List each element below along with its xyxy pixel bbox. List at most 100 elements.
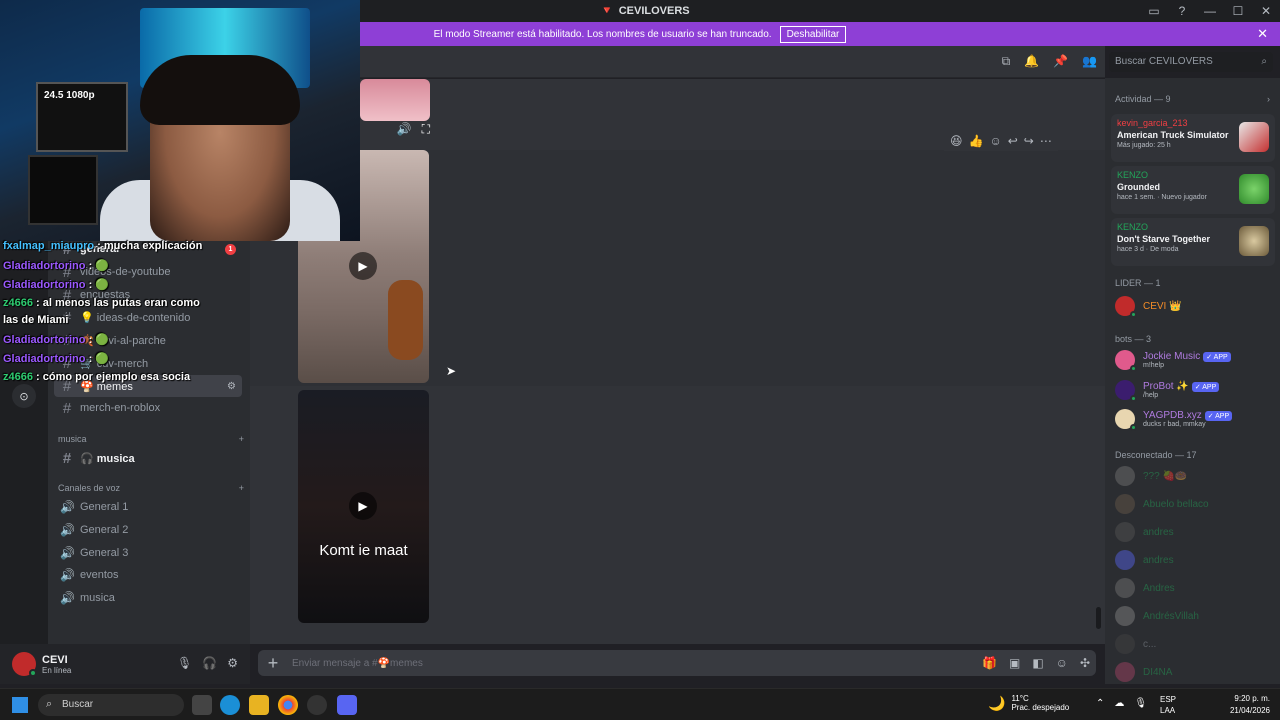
category-musica[interactable]: musica + [58, 434, 244, 444]
member-item[interactable]: DI4NA [1115, 662, 1172, 682]
weather-widget[interactable]: 🌙 11°C Prac. despejado [988, 694, 1069, 712]
task-view-icon[interactable] [192, 695, 212, 715]
sticker-icon[interactable]: ◧ [1032, 656, 1043, 670]
channel-musica[interactable]: # 🎧 musica [54, 447, 242, 469]
apps-icon[interactable]: ✣ [1080, 656, 1090, 670]
speaker-icon: 🔊 [60, 591, 75, 605]
online-status-dot [1130, 424, 1137, 431]
obs-icon[interactable] [307, 695, 327, 715]
user-info[interactable]: CEVI En línea [42, 654, 71, 675]
user-status: En línea [42, 665, 72, 675]
gift-icon[interactable]: 🎁 [982, 656, 997, 670]
activity-card[interactable]: KENZO Don't Starve Together hace 3 d · D… [1111, 218, 1275, 266]
bell-icon[interactable]: 🔔 [1024, 54, 1039, 69]
server-icon-discover[interactable]: ⊙ [12, 384, 36, 408]
headphones-icon[interactable]: 🎧 [202, 656, 217, 670]
message-composer[interactable]: + Enviar mensaje a #🍄memes 🎁 ▣ ◧ ☺ ✣ [258, 650, 1096, 676]
forward-icon[interactable]: ↪ [1024, 134, 1034, 148]
channel-settings-icon[interactable]: ⚙ [227, 381, 236, 392]
member-item[interactable]: Jockie Music ✓ APP m!help [1115, 350, 1231, 372]
taskbar-search[interactable]: ⌕ Buscar [38, 694, 184, 716]
member-item[interactable]: c... [1115, 634, 1156, 654]
discord-taskbar-icon[interactable] [337, 695, 357, 715]
channel-merch-en-roblox[interactable]: # merch-en-roblox [54, 397, 242, 419]
member-item[interactable]: Andres [1115, 578, 1175, 598]
message-toolbar: 😆 👍 ☺ ↩ ↪ ⋯ [944, 131, 1058, 151]
member-item[interactable]: andres [1115, 550, 1174, 570]
member-item[interactable]: Abuelo bellaco [1115, 494, 1209, 514]
activity-card[interactable]: KENZO Grounded hace 1 sem. · Nuevo jugad… [1111, 166, 1275, 214]
reaction-icon[interactable]: 😆 [950, 134, 963, 148]
pin-icon[interactable]: 📌 [1053, 54, 1068, 69]
activity-card[interactable]: kevin_garcia_213 American Truck Simulato… [1111, 114, 1275, 162]
gear-icon[interactable]: ⚙ [227, 656, 238, 670]
chevron-up-icon[interactable]: ⌃ [1096, 698, 1104, 709]
member-name: andres [1143, 526, 1174, 538]
member-name: AndrésVillah [1143, 610, 1199, 622]
member-item[interactable]: YAGPDB.xyz ✓ APP ducks r bad, mmkay [1115, 409, 1233, 431]
member-item[interactable]: ProBot ✨ ✓ APP/help [1115, 380, 1220, 402]
voice-channel-eventos[interactable]: 🔊 eventos [54, 564, 242, 586]
video-attachment-2[interactable]: ▶ Komt ie maat [298, 390, 429, 623]
speaker-icon: 🔊 [60, 546, 75, 560]
offline-header: Desconectado — 17 [1115, 450, 1197, 460]
avatar[interactable] [12, 652, 37, 677]
mic-tray-icon[interactable]: 🎙 [1134, 698, 1147, 709]
thumbs-up-icon[interactable]: 👍 [969, 134, 984, 148]
add-channel-icon[interactable]: + [239, 483, 244, 493]
voice-channel-general-3[interactable]: 🔊 General 3 [54, 542, 242, 564]
member-item[interactable]: andres [1115, 522, 1174, 542]
system-tray: ⌃ ☁ 🎙 [1096, 698, 1147, 709]
gif-icon[interactable]: ▣ [1009, 656, 1020, 670]
network-icon[interactable]: ☁ [1114, 698, 1124, 709]
hair-shape [140, 55, 300, 125]
reply-icon[interactable]: ↩ [1008, 134, 1018, 148]
volume-icon[interactable]: 🔊 [397, 122, 412, 140]
clock[interactable]: 9:20 p. m. 21/04/2026 [1230, 693, 1270, 717]
category-voice[interactable]: Canales de voz + [58, 483, 244, 493]
file-explorer-icon[interactable] [249, 695, 269, 715]
help-icon[interactable]: ? [1168, 0, 1196, 22]
play-icon[interactable]: ▶ [349, 492, 377, 520]
microphone-icon[interactable]: 🎙 [177, 656, 192, 670]
add-reaction-icon[interactable]: ☺ [989, 134, 1001, 148]
add-attachment-icon[interactable]: + [258, 653, 288, 674]
minimize-button[interactable]: — [1196, 0, 1224, 22]
online-status-dot [1130, 395, 1137, 402]
maximize-button[interactable]: ☐ [1224, 0, 1252, 22]
add-channel-icon[interactable]: + [239, 434, 244, 444]
emoji-icon[interactable]: ☺ [1056, 656, 1068, 670]
inbox-icon[interactable]: ▭ [1140, 0, 1168, 22]
avatar [1115, 578, 1135, 598]
header-icons: ⧉ 🔔 📌 👥 [1002, 54, 1097, 69]
windows-start-icon[interactable] [12, 697, 28, 713]
banner-text: El modo Streamer está habilitado. Los no… [433, 28, 772, 40]
image-attachment-top[interactable] [360, 79, 430, 121]
more-icon[interactable]: ⋯ [1040, 134, 1052, 148]
edge-icon[interactable] [220, 695, 240, 715]
close-icon[interactable]: ✕ [1257, 26, 1268, 42]
language-indicator[interactable]: ESP LAA [1160, 694, 1176, 716]
threads-icon[interactable]: ⧉ [1002, 54, 1011, 69]
member-item[interactable]: CEVI 👑 [1115, 296, 1182, 318]
scrollbar[interactable] [1096, 607, 1101, 629]
disable-streamer-button[interactable]: Deshabilitar [779, 25, 847, 43]
member-item[interactable]: ??? 🍓🍩 [1115, 466, 1187, 486]
close-window-button[interactable]: ✕ [1252, 0, 1280, 22]
voice-channel-musica[interactable]: 🔊 musica [54, 587, 242, 609]
chrome-icon[interactable] [278, 695, 298, 715]
channel-ideas-de-contenido[interactable]: # 💡 ideas-de-contenido [54, 306, 242, 328]
online-status-dot [1130, 365, 1137, 372]
play-icon[interactable]: ▶ [349, 252, 377, 280]
mouse-cursor-icon: ➤ [446, 364, 457, 378]
member-item[interactable]: AndrésVillah [1115, 606, 1199, 626]
members-icon[interactable]: 👥 [1082, 54, 1097, 69]
search-input[interactable]: Buscar CEVILOVERS ⌕ [1109, 52, 1273, 72]
voice-channel-general-1[interactable]: 🔊 General 1 [54, 496, 242, 518]
fullscreen-icon[interactable]: ⛶ [422, 122, 430, 140]
avatar [1115, 550, 1135, 570]
voice-channel-general-2[interactable]: 🔊 General 2 [54, 519, 242, 541]
overlay-chat-line: Gladiadortorino : 🟢 [3, 259, 109, 272]
overlay-chat-line: fxalmap_miaupro : mucha explicación [3, 240, 202, 252]
chevron-right-icon[interactable]: › [1267, 94, 1270, 104]
